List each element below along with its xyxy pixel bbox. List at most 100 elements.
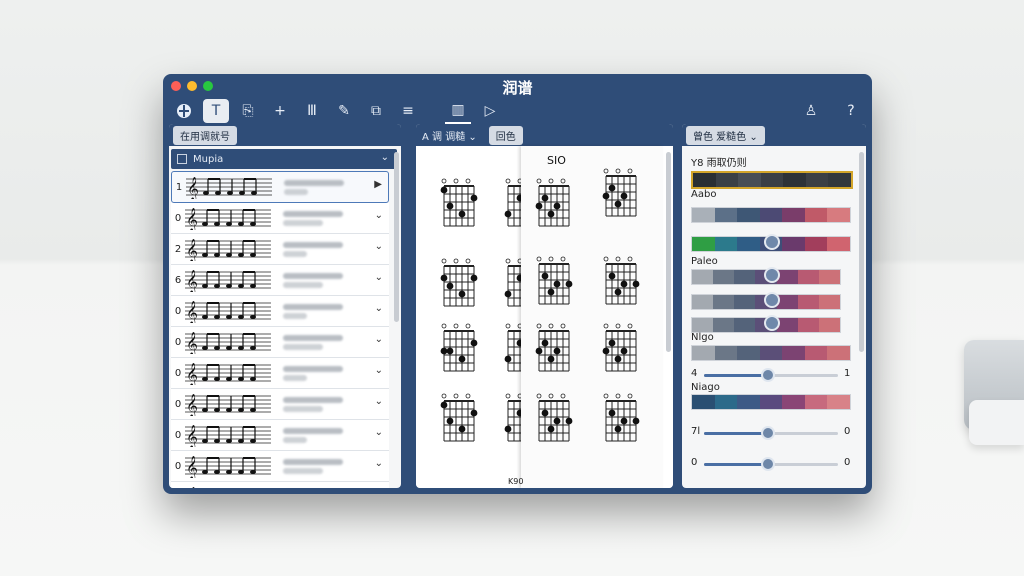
color-swatch[interactable]	[759, 395, 783, 409]
help-icon[interactable]: ?	[838, 99, 864, 123]
color-swatch[interactable]	[714, 395, 738, 409]
color-swatch[interactable]	[734, 295, 756, 309]
user-icon[interactable]: ♙	[798, 99, 824, 123]
color-swatch[interactable]	[805, 173, 829, 187]
color-swatch[interactable]	[714, 208, 738, 222]
color-swatch[interactable]	[782, 346, 805, 360]
color-swatch[interactable]	[715, 173, 739, 187]
color-swatch[interactable]	[804, 395, 828, 409]
color-swatch-row-3d[interactable]	[691, 345, 851, 361]
score-row[interactable]: 2 𝄞 ⌄	[171, 234, 389, 265]
piano-icon[interactable]: ▥	[445, 98, 471, 124]
chevron-down-icon[interactable]: ⌄	[375, 303, 383, 314]
color-swatch[interactable]	[692, 270, 714, 284]
color-swatch[interactable]	[827, 395, 851, 409]
play-icon[interactable]: ▶	[374, 179, 382, 190]
color-swatch[interactable]	[692, 295, 714, 309]
score-row[interactable]: 0𝄞⌄	[171, 203, 389, 234]
color-swatch[interactable]	[827, 237, 851, 251]
color-swatch[interactable]	[827, 208, 851, 222]
page-icon[interactable]: ⎘	[235, 99, 261, 123]
key-tab[interactable]: A 调 调糙 ⌄	[422, 128, 477, 143]
chevron-down-icon[interactable]: ⌄	[375, 427, 383, 438]
color-panel-scrollbar[interactable]	[859, 152, 864, 352]
score-list-header[interactable]: 在用调就号	[173, 125, 237, 145]
score-row[interactable]: 0𝄞⌄	[171, 420, 389, 451]
slider-3-knob[interactable]	[761, 457, 776, 471]
color-swatch[interactable]	[714, 237, 738, 251]
color-swatch[interactable]	[804, 346, 828, 360]
color-swatch[interactable]	[783, 173, 806, 187]
chevron-down-icon[interactable]: ⌄	[381, 152, 389, 163]
color-swatch[interactable]	[738, 173, 761, 187]
color-swatch[interactable]	[782, 237, 805, 251]
scrollbar[interactable]	[394, 152, 399, 322]
color-swatch[interactable]	[714, 346, 738, 360]
chevron-down-icon[interactable]: ⌄	[375, 210, 383, 221]
slider-2-knob[interactable]	[761, 426, 776, 440]
color-swatch[interactable]	[692, 208, 715, 222]
color-swatch-row-1[interactable]	[691, 207, 851, 223]
chevron-down-icon[interactable]: ⌄	[375, 396, 383, 407]
color-swatch[interactable]	[827, 346, 851, 360]
color-swatch[interactable]	[804, 237, 828, 251]
color-swatch[interactable]	[797, 318, 819, 332]
chord-scrollbar[interactable]	[666, 152, 671, 352]
color-swatch[interactable]	[759, 208, 783, 222]
color-dropdown[interactable]: 曾色 爱糙色 ⌄	[686, 125, 765, 145]
pen-tool-icon[interactable]: ✎	[331, 99, 357, 123]
color-swatch-row-dark[interactable]	[691, 171, 853, 189]
checkbox-icon[interactable]	[177, 154, 187, 164]
color-swatch[interactable]	[760, 173, 784, 187]
color-swatch[interactable]	[692, 346, 715, 360]
score-row[interactable]: 1 𝄞 ▶	[171, 171, 389, 203]
color-swatch[interactable]	[737, 346, 760, 360]
color-swatch[interactable]	[692, 237, 715, 251]
score-row[interactable]: 0𝄞⌄	[171, 296, 389, 327]
color-swatch[interactable]	[737, 395, 760, 409]
menu-icon[interactable]: ≡	[395, 99, 421, 123]
color-swatch[interactable]	[797, 295, 819, 309]
chevron-down-icon[interactable]: ⌄	[375, 272, 383, 283]
swatch-knob-3a[interactable]	[764, 267, 780, 283]
color-swatch[interactable]	[737, 237, 760, 251]
color-swatch[interactable]	[692, 395, 715, 409]
color-swatch[interactable]	[692, 318, 714, 332]
color-tab[interactable]: 回色	[488, 125, 523, 145]
slider-1-knob[interactable]	[761, 368, 776, 382]
score-row[interactable]: 0𝄞⌄	[171, 451, 389, 482]
copy-icon[interactable]: ⧉	[363, 99, 389, 123]
swatch-knob-2[interactable]	[764, 234, 780, 250]
color-swatch[interactable]	[693, 173, 716, 187]
swatch-knob-3b[interactable]	[764, 292, 780, 308]
color-swatch[interactable]	[737, 208, 760, 222]
slider-3[interactable]	[704, 457, 838, 471]
color-swatch[interactable]	[804, 208, 828, 222]
color-swatch[interactable]	[713, 318, 735, 332]
color-swatch[interactable]	[782, 208, 805, 222]
chevron-down-icon[interactable]: ⌄	[375, 334, 383, 345]
score-group-header[interactable]: Mupia ⌄	[171, 149, 397, 169]
score-row[interactable]: 0𝄞⌄	[171, 327, 389, 358]
slider-1[interactable]	[704, 368, 838, 382]
color-swatch[interactable]	[818, 318, 840, 332]
color-swatch[interactable]	[713, 295, 735, 309]
add-icon[interactable]: +	[267, 99, 293, 123]
color-swatch[interactable]	[734, 270, 756, 284]
waveform-icon[interactable]: Ⅲ	[299, 99, 325, 123]
app-logo-icon[interactable]	[171, 99, 197, 123]
color-swatch[interactable]	[797, 270, 819, 284]
color-swatch[interactable]	[818, 270, 840, 284]
chevron-down-icon[interactable]: ⌄	[375, 241, 383, 252]
color-swatch[interactable]	[818, 295, 840, 309]
color-swatch[interactable]	[713, 270, 735, 284]
color-swatch-row-4[interactable]	[691, 394, 851, 410]
slider-2[interactable]	[704, 426, 838, 440]
color-swatch[interactable]	[734, 318, 756, 332]
color-swatch[interactable]	[828, 173, 852, 187]
chevron-down-icon[interactable]: ⌄	[375, 458, 383, 469]
score-row[interactable]: 6 𝄞 ⌄	[171, 265, 389, 296]
swatch-knob-3c[interactable]	[764, 315, 780, 331]
score-row[interactable]: 0𝄞⌄	[171, 389, 389, 420]
score-row[interactable]: 0𝄞⌄	[171, 482, 389, 488]
